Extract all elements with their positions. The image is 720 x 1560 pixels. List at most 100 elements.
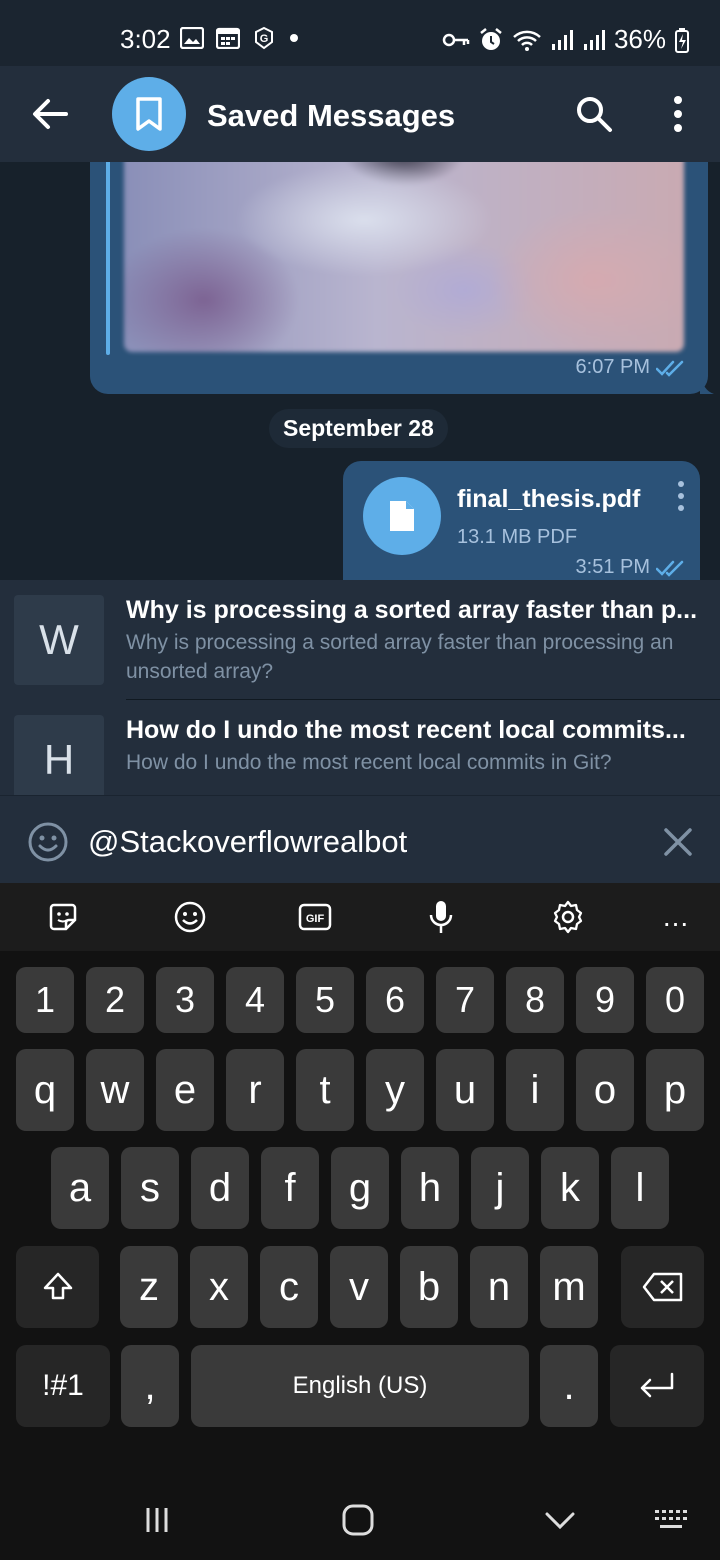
media-accent-bar	[106, 162, 110, 355]
key[interactable]: y	[366, 1049, 424, 1131]
key[interactable]: o	[576, 1049, 634, 1131]
key[interactable]: 7	[436, 967, 494, 1033]
message-list[interactable]: 6:07 PM September 28 final_thesis.pdf 13…	[0, 162, 720, 580]
media-message[interactable]: 6:07 PM	[90, 162, 708, 394]
key[interactable]: a	[51, 1147, 109, 1229]
key[interactable]: 8	[506, 967, 564, 1033]
key[interactable]: 4	[226, 967, 284, 1033]
inline-results[interactable]: W Why is processing a sorted array faste…	[0, 580, 720, 795]
key[interactable]: 6	[366, 967, 424, 1033]
key[interactable]: d	[191, 1147, 249, 1229]
key[interactable]: z	[120, 1246, 178, 1328]
recents-button[interactable]	[137, 1503, 177, 1537]
signal-icon	[583, 29, 605, 50]
key[interactable]: j	[471, 1147, 529, 1229]
battery-percent: 36%	[613, 24, 666, 54]
key[interactable]: 3	[156, 967, 214, 1033]
key[interactable]: i	[506, 1049, 564, 1131]
comma-key[interactable]: ,	[121, 1345, 179, 1427]
emoji-icon[interactable]	[170, 897, 210, 937]
key[interactable]: 2	[86, 967, 144, 1033]
search-icon[interactable]	[572, 92, 616, 136]
backspace-key[interactable]	[621, 1246, 704, 1328]
key[interactable]: w	[86, 1049, 144, 1131]
key[interactable]: q	[16, 1049, 74, 1131]
key[interactable]: l	[611, 1147, 669, 1229]
key[interactable]: p	[646, 1049, 704, 1131]
key[interactable]: k	[541, 1147, 599, 1229]
chat-title[interactable]: Saved Messages	[207, 98, 455, 134]
result-description: How do I undo the most recent local comm…	[126, 751, 612, 774]
blurred-image[interactable]	[124, 162, 684, 352]
keyboard-switch-button[interactable]	[652, 1503, 692, 1537]
period-key[interactable]: .	[540, 1345, 598, 1427]
space-key[interactable]: English (US)	[191, 1345, 529, 1427]
enter-icon	[640, 1372, 674, 1398]
symbols-key[interactable]: !#1	[16, 1345, 110, 1427]
document-button[interactable]	[363, 477, 441, 555]
key[interactable]: t	[296, 1049, 354, 1131]
home-button[interactable]	[338, 1503, 378, 1537]
close-icon[interactable]	[662, 826, 694, 858]
key[interactable]: 0	[646, 967, 704, 1033]
key[interactable]: h	[401, 1147, 459, 1229]
file-more-icon[interactable]	[676, 479, 686, 513]
file-name: final_thesis.pdf	[457, 485, 641, 513]
wifi-icon	[513, 30, 541, 51]
gif-icon[interactable]: GIF	[295, 897, 335, 937]
keys-area: 1 2 3 4 5 6 7 8 9 0 q w e r t y u i o p …	[0, 951, 720, 1463]
message-input-bar: @Stackoverflowrealbot	[0, 795, 720, 883]
keyboard-icon	[655, 1510, 687, 1528]
more-vert-icon[interactable]	[660, 92, 696, 136]
key[interactable]: x	[190, 1246, 248, 1328]
backspace-icon	[642, 1272, 682, 1302]
message-input[interactable]: @Stackoverflowrealbot	[88, 824, 407, 860]
chat-header: Saved Messages	[0, 66, 720, 162]
file-message[interactable]: final_thesis.pdf 13.1 MB PDF 3:51 PM	[343, 461, 700, 580]
result-item[interactable]: H How do I undo the most recent local co…	[0, 700, 720, 795]
message-time: 6:07 PM	[575, 356, 650, 378]
enter-key[interactable]	[610, 1345, 704, 1427]
keyboard-toolbar: GIF ...	[0, 883, 720, 951]
mic-icon[interactable]	[421, 897, 461, 937]
chevron-down-icon	[545, 1512, 575, 1530]
more-horiz-icon[interactable]: ...	[656, 897, 696, 937]
emoji-icon[interactable]	[26, 820, 70, 864]
status-time: 3:02	[120, 24, 171, 54]
svg-text:G: G	[260, 33, 269, 45]
key[interactable]: b	[400, 1246, 458, 1328]
key[interactable]: s	[121, 1147, 179, 1229]
bubble-tail	[700, 372, 714, 394]
recents-icon	[146, 1508, 168, 1532]
avatar[interactable]	[112, 77, 186, 151]
key[interactable]: m	[540, 1246, 598, 1328]
key[interactable]: e	[156, 1049, 214, 1131]
battery-charging-icon	[675, 27, 689, 53]
key[interactable]: 1	[16, 967, 74, 1033]
result-thumbnail: W	[14, 595, 104, 685]
telegram-app: { "status_bar": { "time": "3:02", "batte…	[0, 0, 720, 1560]
g-circle-icon: G	[255, 26, 273, 50]
sticker-icon[interactable]	[43, 897, 83, 937]
key[interactable]: g	[331, 1147, 389, 1229]
key[interactable]: v	[330, 1246, 388, 1328]
gallery-icon	[180, 27, 204, 49]
back-arrow-icon[interactable]	[26, 90, 74, 138]
key[interactable]: n	[470, 1246, 528, 1328]
double-check-icon	[656, 560, 684, 577]
back-button[interactable]	[540, 1503, 580, 1537]
calendar-icon	[216, 27, 240, 49]
settings-icon[interactable]	[548, 897, 588, 937]
key[interactable]: 9	[576, 967, 634, 1033]
dot-icon	[290, 34, 298, 42]
key[interactable]: u	[436, 1049, 494, 1131]
key[interactable]: c	[260, 1246, 318, 1328]
date-separator: September 28	[269, 409, 448, 448]
key[interactable]: f	[261, 1147, 319, 1229]
shift-key[interactable]	[16, 1246, 99, 1328]
result-item[interactable]: W Why is processing a sorted array faste…	[0, 580, 720, 700]
document-icon	[390, 501, 414, 531]
bookmark-icon	[136, 97, 162, 131]
key[interactable]: r	[226, 1049, 284, 1131]
key[interactable]: 5	[296, 967, 354, 1033]
